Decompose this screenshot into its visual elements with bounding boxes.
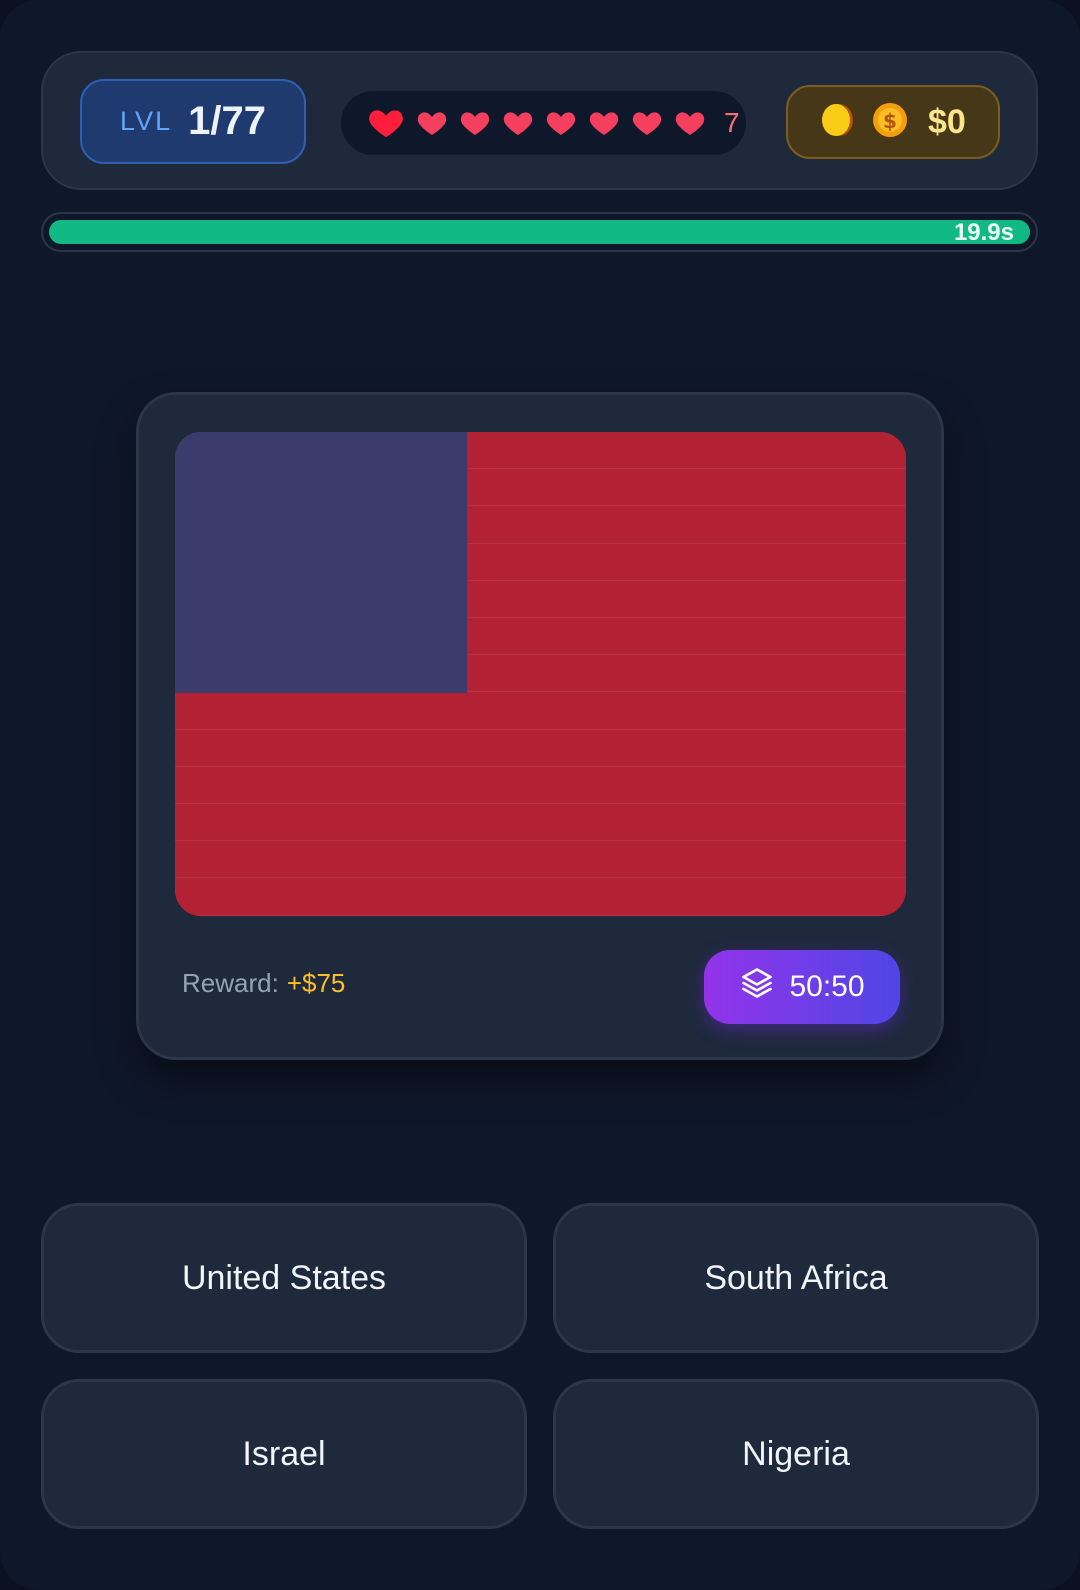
answer-option-4[interactable]: Nigeria — [553, 1379, 1039, 1529]
reward-value: +$75 — [286, 968, 346, 998]
level-label: LVL — [120, 106, 173, 136]
reward-text: Reward: +$75 — [182, 968, 345, 999]
flag-canton — [175, 432, 467, 693]
heart-icon — [545, 107, 577, 139]
heart-icon — [416, 107, 448, 139]
answer-label: South Africa — [704, 1258, 888, 1297]
flag-image — [175, 432, 906, 916]
flag-stripe — [175, 729, 906, 767]
answer-label: Nigeria — [742, 1434, 850, 1473]
flag-stripe — [175, 692, 906, 730]
coin-icon — [820, 102, 854, 143]
answer-option-3[interactable]: Israel — [41, 1379, 527, 1529]
timer-bar: 19.9s — [41, 212, 1038, 252]
answer-label: Israel — [242, 1434, 326, 1473]
heart-icon — [674, 107, 706, 139]
dollar-coin-icon: $ — [872, 102, 908, 143]
timer-fill — [49, 220, 1030, 244]
status-header: LVL 1/77 7 $ $0 — [41, 51, 1038, 190]
money-badge: $ $0 — [786, 85, 1000, 159]
question-card: Reward: +$75 50:50 — [136, 392, 944, 1060]
heart-icon — [459, 107, 491, 139]
level-badge: LVL 1/77 — [80, 79, 306, 164]
layers-icon — [739, 965, 775, 1009]
heart-icon — [588, 107, 620, 139]
fifty-fifty-label: 50:50 — [789, 970, 865, 1003]
timer-text: 19.9s — [953, 219, 1014, 246]
heart-icon — [502, 107, 534, 139]
flag-stripe — [175, 878, 906, 916]
answer-label: United States — [181, 1258, 387, 1297]
answer-option-1[interactable]: United States — [41, 1203, 527, 1353]
lives-count: 7 — [724, 107, 740, 138]
lives-panel: 7 — [341, 91, 746, 155]
hearts-row — [367, 104, 706, 142]
flag-stripe — [175, 804, 906, 842]
flag-stripe — [175, 766, 906, 804]
flag-stripe — [175, 841, 906, 879]
answer-option-2[interactable]: South Africa — [553, 1203, 1039, 1353]
game-screen: LVL 1/77 7 $ $0 19.9s Reward: +$75 50:50… — [0, 0, 1080, 1590]
reward-label: Reward: — [182, 968, 279, 998]
heart-icon — [631, 107, 663, 139]
money-value: $0 — [928, 102, 966, 141]
level-value: 1/77 — [188, 99, 266, 143]
svg-text:$: $ — [883, 109, 897, 133]
heart-icon — [367, 104, 405, 142]
fifty-fifty-button[interactable]: 50:50 — [704, 950, 900, 1024]
